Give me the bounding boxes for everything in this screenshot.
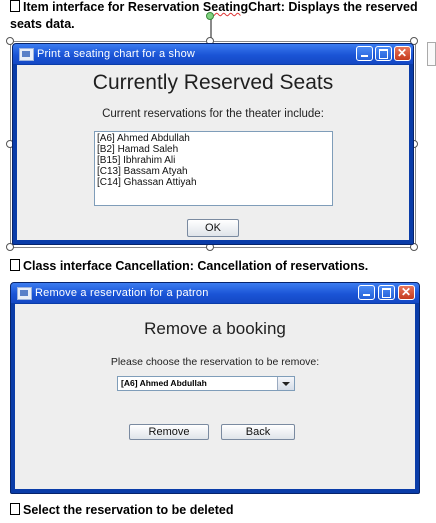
bullet-icon — [10, 503, 20, 515]
seating-chart-window: Print a seating chart for a show ✕ Curre… — [12, 43, 414, 245]
reservations-list[interactable]: [A6] Ahmed Abdullah [B2] Hamad Saleh [B1… — [94, 131, 333, 206]
remove-reservation-window: Remove a reservation for a patron ✕ Remo… — [10, 282, 420, 494]
list-item[interactable]: [C14] Ghassan Attiyah — [97, 177, 330, 188]
java-app-icon — [17, 287, 32, 300]
page-title: Currently Reserved Seats — [92, 71, 334, 94]
rotate-handle[interactable] — [206, 12, 214, 20]
maximize-button[interactable] — [378, 285, 395, 300]
doc-caption-select: Select the reservation to be deleted — [10, 502, 234, 519]
doc-caption-wrap: seats data. — [10, 17, 75, 31]
list-item[interactable]: [A6] Ahmed Abdullah — [97, 133, 330, 144]
doc-caption-item-interface: Item interface for Reservation SeatingCh… — [10, 0, 418, 16]
doc-caption-cancellation: Class interface Cancellation: Cancellati… — [10, 258, 368, 275]
bullet-icon — [10, 0, 20, 12]
remove-button[interactable]: Remove — [129, 424, 209, 440]
layout-options-icon[interactable] — [427, 42, 436, 66]
back-button[interactable]: Back — [221, 424, 295, 440]
window-titlebar[interactable]: Remove a reservation for a patron ✕ — [11, 283, 419, 303]
page-title: Remove a booking — [144, 319, 286, 338]
list-item[interactable]: [B2] Hamad Saleh — [97, 144, 330, 155]
ok-button[interactable]: OK — [187, 219, 239, 237]
java-app-icon — [19, 48, 34, 61]
minimize-button[interactable] — [356, 46, 373, 61]
reservation-prompt: Please choose the reservation to be remo… — [110, 356, 320, 368]
list-item[interactable]: [C13] Bassam Atyah — [97, 166, 330, 177]
bullet-icon — [10, 259, 20, 271]
reservation-select[interactable]: [A6] Ahmed Abdullah — [117, 376, 295, 391]
reservations-label: Current reservations for the theater inc… — [102, 108, 324, 120]
list-item[interactable]: [B15] Ibhrahim Ali — [97, 155, 330, 166]
window-titlebar[interactable]: Print a seating chart for a show ✕ — [13, 44, 413, 64]
close-button[interactable]: ✕ — [394, 46, 411, 61]
window-title: Print a seating chart for a show — [37, 48, 196, 60]
minimize-button[interactable] — [358, 285, 375, 300]
window-content: Remove a booking Please choose the reser… — [15, 304, 415, 489]
window-content: Currently Reserved Seats Current reserva… — [17, 65, 409, 240]
chevron-down-icon[interactable] — [277, 377, 294, 390]
close-button[interactable]: ✕ — [398, 285, 415, 300]
reservation-select-value: [A6] Ahmed Abdullah — [121, 378, 207, 388]
window-title: Remove a reservation for a patron — [35, 287, 209, 299]
maximize-button[interactable] — [375, 46, 392, 61]
